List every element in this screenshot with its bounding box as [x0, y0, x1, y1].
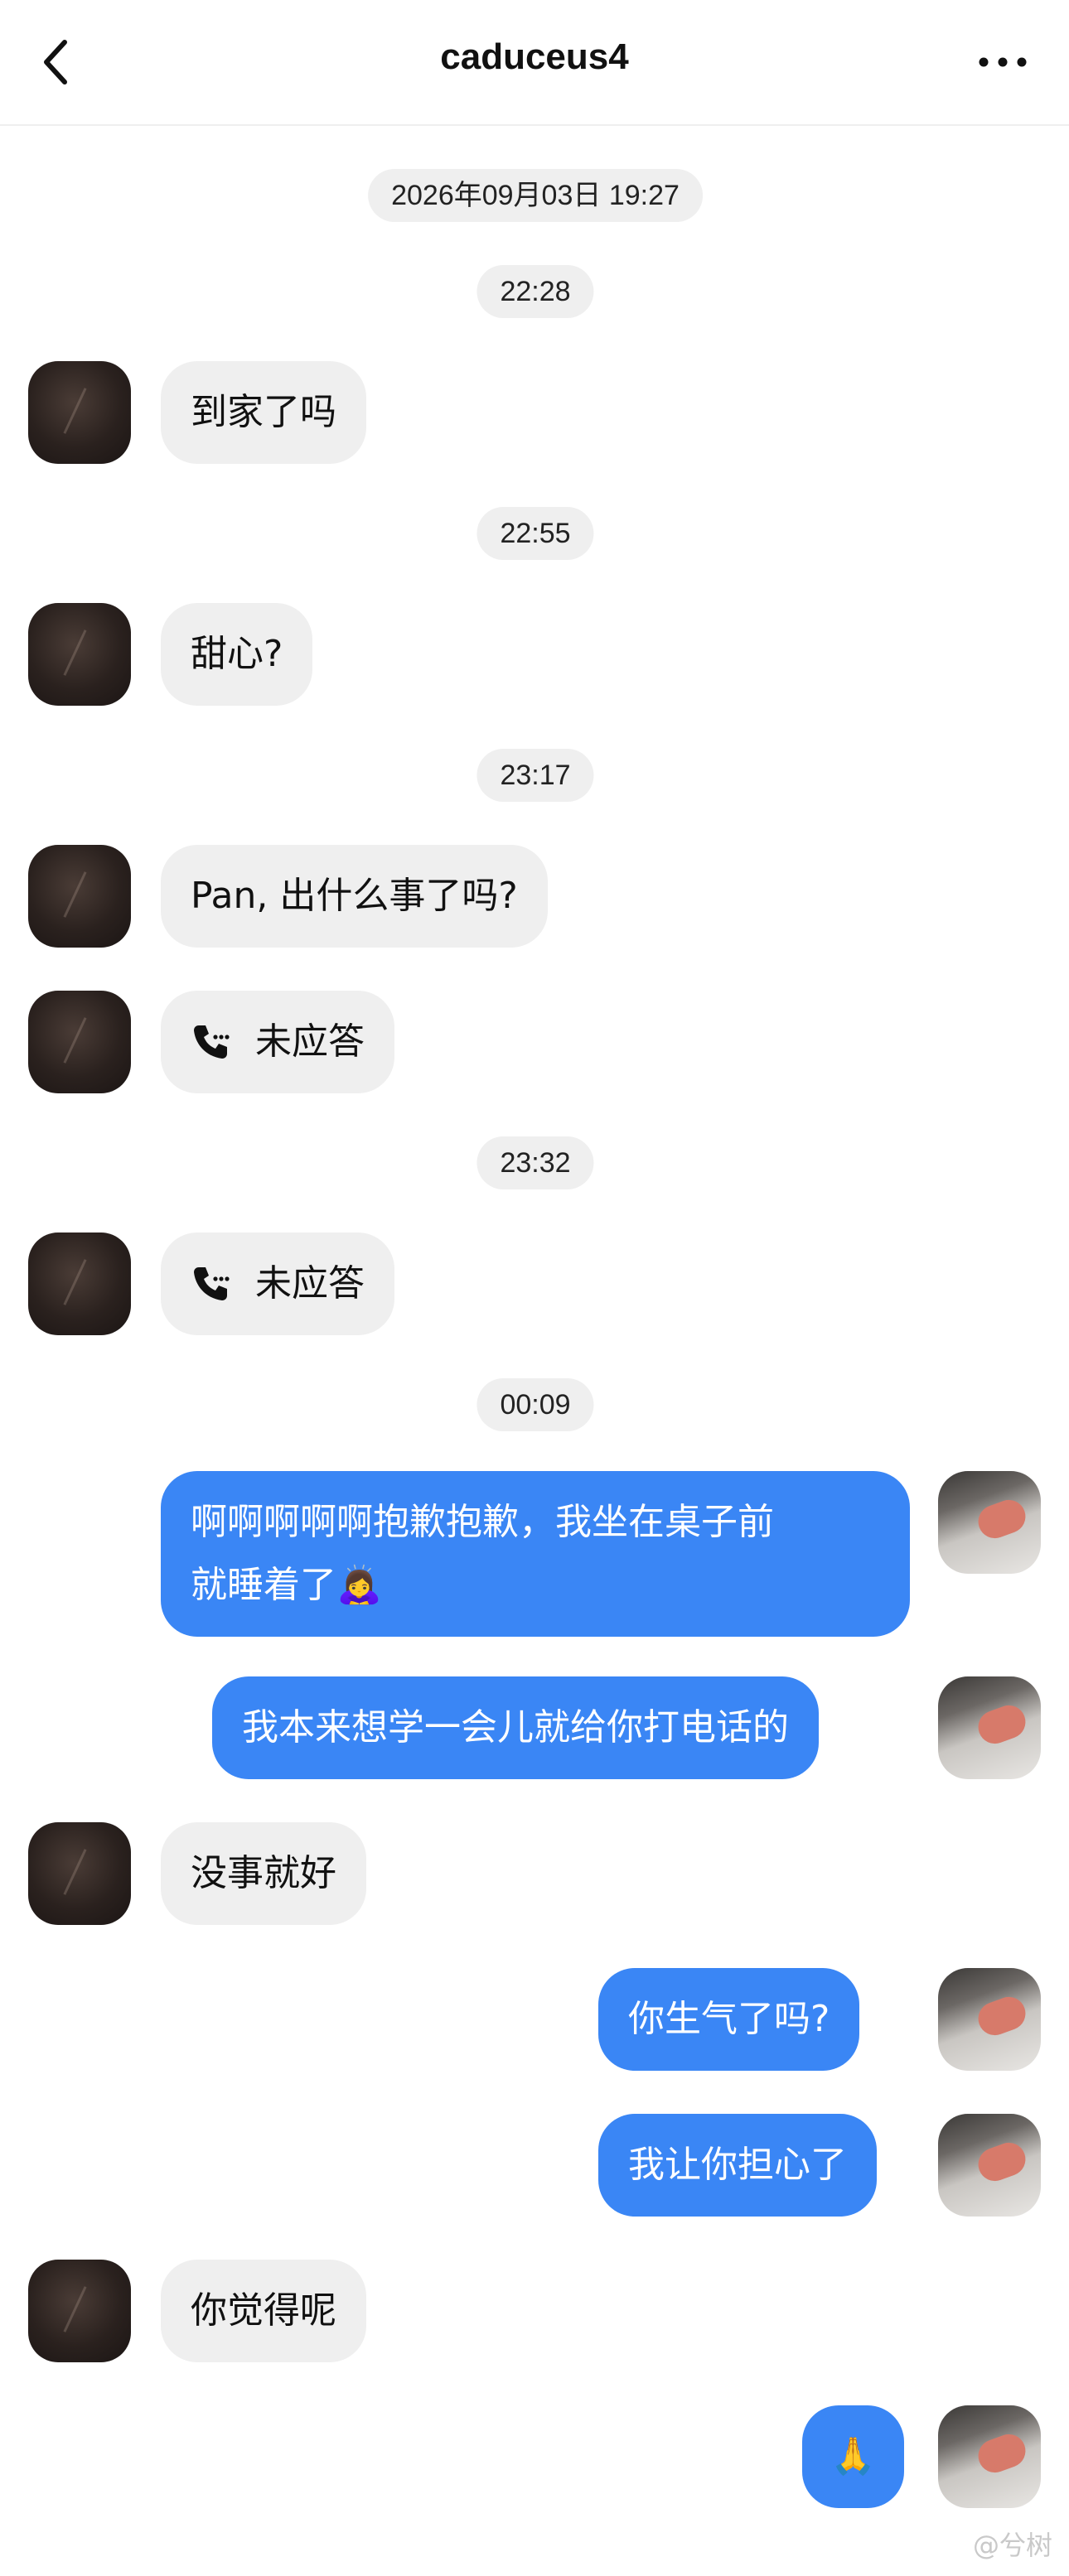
timestamp-divider: 00:09: [476, 1378, 594, 1431]
timestamp-divider: 22:28: [476, 265, 594, 318]
outgoing-message[interactable]: 你生气了吗?: [598, 1968, 860, 2071]
timestamp-divider: 23:32: [476, 1136, 594, 1189]
contact-avatar[interactable]: [28, 603, 131, 706]
message-line: 就睡着了🙇‍♀️: [191, 1564, 382, 1606]
incoming-message[interactable]: Pan, 出什么事了吗?: [161, 845, 548, 948]
timestamp-divider: 2026年09月03日 19:27: [368, 169, 703, 222]
user-avatar[interactable]: [938, 1676, 1041, 1779]
outgoing-message[interactable]: 我本来想学一会儿就给你打电话的: [212, 1676, 819, 1779]
chat-title[interactable]: caduceus4: [0, 36, 1069, 78]
contact-avatar[interactable]: [28, 361, 131, 464]
contact-avatar[interactable]: [28, 1233, 131, 1335]
contact-avatar[interactable]: [28, 1822, 131, 1925]
incoming-message[interactable]: 甜心?: [161, 603, 313, 706]
contact-avatar[interactable]: [28, 845, 131, 948]
more-dots-icon: [979, 57, 1027, 67]
phone-missed-icon: [194, 1267, 230, 1300]
user-avatar[interactable]: [938, 1471, 1041, 1574]
incoming-message[interactable]: 到家了吗: [161, 361, 366, 464]
user-avatar[interactable]: [938, 2114, 1041, 2217]
timestamp-divider: 23:17: [476, 749, 594, 802]
user-avatar[interactable]: [938, 1968, 1041, 2071]
outgoing-message[interactable]: 我让你担心了: [598, 2114, 877, 2217]
missed-call-label: 未应答: [255, 1262, 365, 1305]
missed-call-label: 未应答: [255, 1020, 365, 1063]
outgoing-message[interactable]: 啊啊啊啊啊抱歉抱歉，我坐在桌子前 就睡着了🙇‍♀️: [161, 1471, 910, 1637]
user-avatar[interactable]: [938, 2405, 1041, 2508]
more-options-button[interactable]: [970, 41, 1036, 83]
message-line: 啊啊啊啊啊抱歉抱歉，我坐在桌子前: [191, 1501, 774, 1543]
missed-call-message[interactable]: 未应答: [161, 991, 394, 1093]
contact-avatar[interactable]: [28, 2260, 131, 2362]
chat-header: caduceus4: [0, 0, 1069, 126]
outgoing-emoji-message[interactable]: 🙏: [802, 2405, 904, 2508]
missed-call-message[interactable]: 未应答: [161, 1233, 394, 1335]
timestamp-divider: 22:55: [476, 507, 594, 560]
watermark: @兮树: [972, 2530, 1052, 2561]
contact-avatar[interactable]: [28, 991, 131, 1093]
incoming-message[interactable]: 没事就好: [161, 1822, 366, 1925]
phone-missed-icon: [194, 1025, 230, 1059]
incoming-message[interactable]: 你觉得呢: [161, 2260, 366, 2362]
